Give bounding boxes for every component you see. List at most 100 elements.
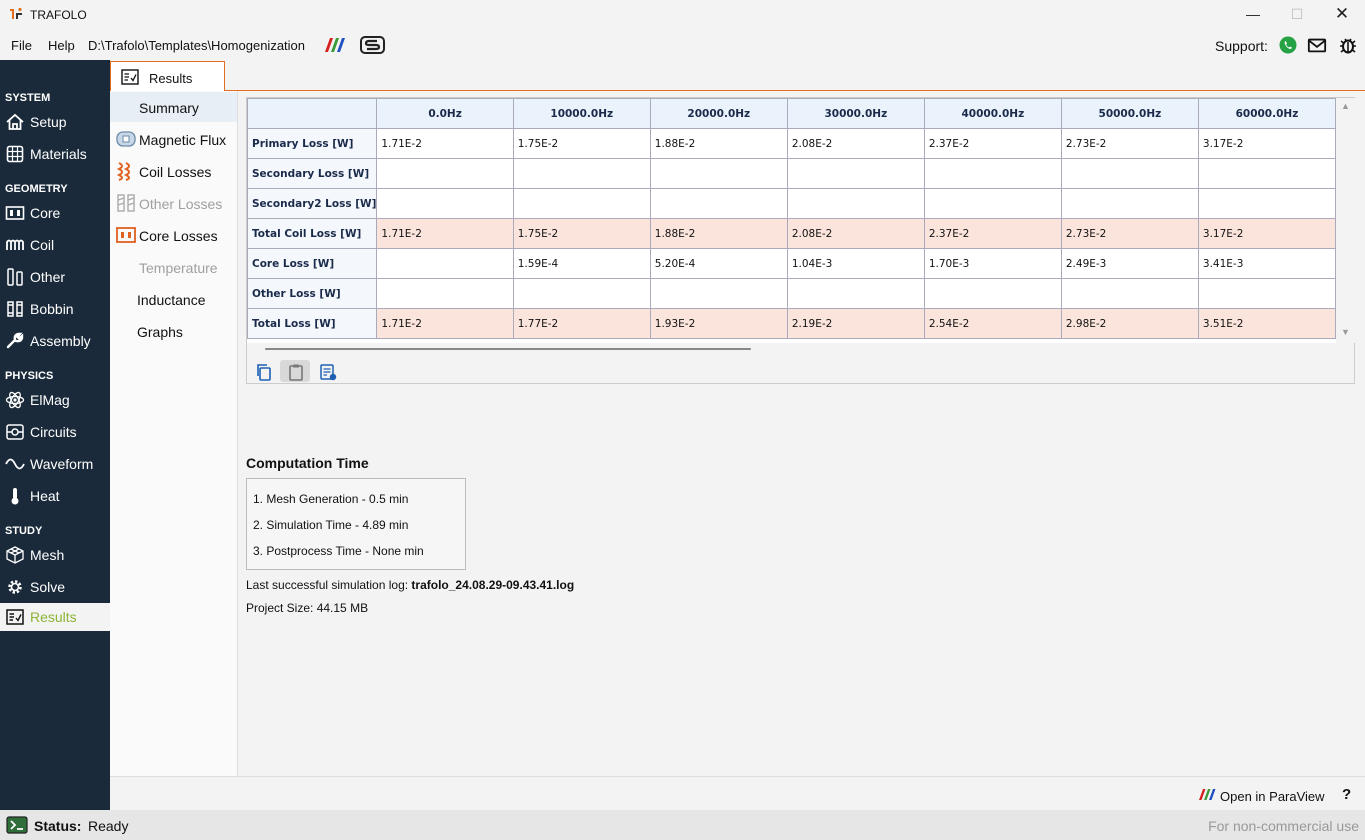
table-cell[interactable] <box>376 278 514 309</box>
table-cell[interactable]: 1.93E-2 <box>649 308 788 339</box>
subnav-magnetic-flux[interactable]: Magnetic Flux <box>110 124 237 154</box>
table-corner[interactable] <box>247 98 378 129</box>
minimize-button[interactable]: — <box>1241 4 1265 26</box>
sidebar-item-heat[interactable]: Heat <box>0 482 110 510</box>
column-header[interactable]: 20000.0Hz <box>649 98 788 129</box>
table-cell[interactable]: 2.73E-2 <box>1060 128 1199 159</box>
column-header[interactable]: 40000.0Hz <box>923 98 1062 129</box>
row-header[interactable]: Total Loss [W] <box>247 308 378 339</box>
table-cell[interactable]: 1.71E-2 <box>376 218 514 249</box>
table-cell[interactable] <box>1197 188 1336 219</box>
table-cell[interactable]: 1.59E-4 <box>512 248 651 279</box>
table-cell[interactable]: 1.75E-2 <box>512 218 651 249</box>
sidebar-item-solve[interactable]: Solve <box>0 573 110 601</box>
subnav-core-losses[interactable]: Core Losses <box>110 220 237 250</box>
table-cell[interactable] <box>512 158 651 189</box>
row-header[interactable]: Secondary Loss [W] <box>247 158 378 189</box>
sidebar-item-other[interactable]: Other <box>0 263 110 291</box>
sidebar-item-mesh[interactable]: Mesh <box>0 541 110 569</box>
scroll-down-icon[interactable]: ▼ <box>1341 327 1350 337</box>
table-cell[interactable] <box>786 278 925 309</box>
row-header[interactable]: Primary Loss [W] <box>247 128 378 159</box>
table-cell[interactable]: 3.17E-2 <box>1197 218 1336 249</box>
sidebar-item-circuits[interactable]: Circuits <box>0 418 110 446</box>
table-cell[interactable]: 2.98E-2 <box>1060 308 1199 339</box>
table-cell[interactable]: 1.71E-2 <box>376 128 514 159</box>
results-table-viewport[interactable]: 0.0Hz 10000.0Hz 20000.0Hz 30000.0Hz 4000… <box>247 98 1336 343</box>
sidebar-item-setup[interactable]: Setup <box>0 108 110 136</box>
column-header[interactable]: 50000.0Hz <box>1060 98 1199 129</box>
menu-help[interactable]: Help <box>48 38 75 53</box>
scroll-up-icon[interactable]: ▲ <box>1341 101 1350 111</box>
table-cell[interactable] <box>512 188 651 219</box>
vertical-scrollbar[interactable]: ▲ ▼ <box>1336 98 1355 343</box>
table-cell[interactable] <box>786 158 925 189</box>
subnav-inductance[interactable]: Inductance <box>110 284 237 314</box>
subnav-other-losses[interactable]: Other Losses <box>110 188 237 218</box>
table-cell[interactable]: 2.54E-2 <box>923 308 1062 339</box>
help-button[interactable]: ? <box>1342 786 1351 803</box>
table-cell[interactable]: 1.70E-3 <box>923 248 1062 279</box>
table-cell[interactable] <box>1197 158 1336 189</box>
table-cell[interactable]: 1.04E-3 <box>786 248 925 279</box>
maximize-button[interactable]: ☐ <box>1285 4 1309 26</box>
subnav-coil-losses[interactable]: Coil Losses <box>110 156 237 186</box>
subnav-temperature[interactable]: Temperature <box>110 252 237 282</box>
table-cell[interactable]: 2.37E-2 <box>923 128 1062 159</box>
row-header[interactable]: Secondary2 Loss [W] <box>247 188 378 219</box>
table-cell[interactable] <box>923 188 1062 219</box>
table-cell[interactable] <box>923 278 1062 309</box>
column-header[interactable]: 30000.0Hz <box>786 98 925 129</box>
copy-button[interactable] <box>248 360 278 382</box>
sidebar-item-coil[interactable]: Coil <box>0 231 110 259</box>
mail-icon[interactable] <box>1307 35 1327 55</box>
column-header[interactable]: 10000.0Hz <box>512 98 651 129</box>
subnav-summary[interactable]: Summary <box>110 92 237 122</box>
bug-report-icon[interactable] <box>1338 35 1358 55</box>
log-file-name[interactable]: trafolo_24.08.29-09.43.41.log <box>411 578 574 592</box>
sidebar-item-elmag[interactable]: ElMag <box>0 386 110 414</box>
s-logo-icon[interactable] <box>360 35 385 55</box>
table-cell[interactable]: 2.73E-2 <box>1060 218 1199 249</box>
table-cell[interactable] <box>512 278 651 309</box>
table-cell[interactable]: 3.41E-3 <box>1197 248 1336 279</box>
table-cell[interactable]: 1.88E-2 <box>649 218 788 249</box>
table-cell[interactable]: 1.71E-2 <box>376 308 514 339</box>
paste-button[interactable] <box>280 360 310 382</box>
tab-results[interactable]: Results <box>110 61 225 92</box>
scrollbar-thumb[interactable] <box>265 348 751 350</box>
table-cell[interactable]: 2.49E-3 <box>1060 248 1199 279</box>
sidebar-item-waveform[interactable]: Waveform <box>0 450 110 478</box>
table-cell[interactable]: 2.08E-2 <box>786 128 925 159</box>
sidebar-item-results[interactable]: Results <box>0 603 110 631</box>
table-cell[interactable] <box>1060 158 1199 189</box>
sidebar-item-materials[interactable]: Materials <box>0 140 110 168</box>
paraview-icon[interactable] <box>323 37 347 53</box>
table-cell[interactable] <box>649 188 788 219</box>
table-cell[interactable] <box>1197 278 1336 309</box>
table-cell[interactable] <box>376 188 514 219</box>
table-cell[interactable] <box>376 158 514 189</box>
table-cell[interactable] <box>1060 188 1199 219</box>
table-cell[interactable]: 2.37E-2 <box>923 218 1062 249</box>
table-cell[interactable] <box>1060 278 1199 309</box>
table-cell[interactable]: 1.75E-2 <box>512 128 651 159</box>
subnav-graphs[interactable]: Graphs <box>110 316 237 346</box>
menu-file[interactable]: File <box>11 38 32 53</box>
table-cell[interactable]: 2.19E-2 <box>786 308 925 339</box>
row-header[interactable]: Other Loss [W] <box>247 278 378 309</box>
horizontal-scrollbar[interactable] <box>247 343 1336 357</box>
table-cell[interactable]: 2.08E-2 <box>786 218 925 249</box>
column-header[interactable]: 0.0Hz <box>376 98 514 129</box>
sidebar-item-assembly[interactable]: Assembly <box>0 327 110 355</box>
row-header[interactable]: Total Coil Loss [W] <box>247 218 378 249</box>
column-header[interactable]: 60000.0Hz <box>1197 98 1336 129</box>
table-cell[interactable] <box>786 188 925 219</box>
table-cell[interactable] <box>649 158 788 189</box>
table-cell[interactable] <box>649 278 788 309</box>
row-header[interactable]: Core Loss [W] <box>247 248 378 279</box>
table-cell[interactable]: 1.77E-2 <box>512 308 651 339</box>
table-cell[interactable]: 5.20E-4 <box>649 248 788 279</box>
sidebar-item-core[interactable]: Core <box>0 199 110 227</box>
table-cell[interactable] <box>923 158 1062 189</box>
